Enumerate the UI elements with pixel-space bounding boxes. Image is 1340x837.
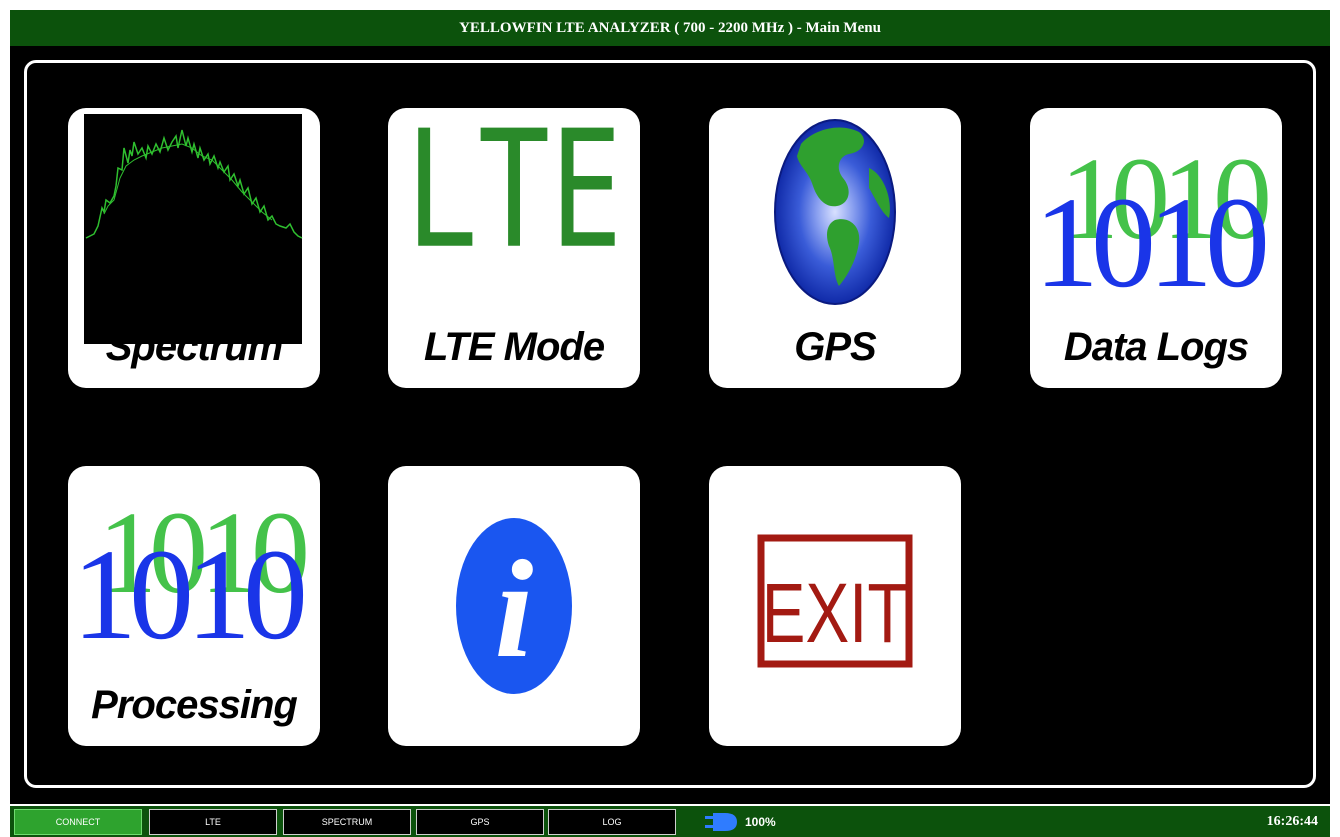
main-menu-area: Spectrum LTE LTE Mode GPS 1010 1010 Data…	[10, 46, 1330, 804]
binary-front-text: 1010	[1034, 171, 1266, 308]
data-logs-button[interactable]: 1010 1010 Data Logs	[1030, 108, 1282, 388]
binary-1010-icon: 1010 1010	[72, 487, 314, 666]
exit-sign-icon: EXIT	[757, 534, 913, 668]
tile-label-data-logs: Data Logs	[1063, 325, 1249, 369]
lte-icon-text: LTE	[406, 108, 623, 284]
globe-icon	[774, 119, 896, 305]
exit-glyph: EXIT	[762, 566, 908, 660]
battery-level: 100%	[745, 815, 776, 829]
spectrum-button[interactable]: Spectrum	[68, 108, 320, 388]
processing-button[interactable]: 1010 1010 Processing	[68, 466, 320, 746]
battery-plug-icon	[705, 813, 737, 831]
window-title-bar: YELLOWFIN LTE ANALYZER ( 700 - 2200 MHz …	[10, 10, 1330, 46]
nav-log-button[interactable]: LOG	[548, 809, 676, 835]
gps-button[interactable]: GPS	[709, 108, 961, 388]
nav-gps-button[interactable]: GPS	[416, 809, 544, 835]
nav-connect-button[interactable]: CONNECT	[14, 809, 142, 835]
tile-label-processing: Processing	[91, 683, 298, 727]
nav-lte-button[interactable]: LTE	[149, 809, 277, 835]
tile-label-gps: GPS	[794, 325, 876, 369]
lte-mode-button[interactable]: LTE LTE Mode	[388, 108, 640, 388]
status-bar: CONNECT LTE SPECTRUM GPS LOG 100% 16:26:…	[10, 806, 1330, 837]
exit-button[interactable]: EXIT	[709, 466, 961, 746]
info-glyph: i	[495, 532, 534, 687]
clock: 16:26:44	[1266, 813, 1318, 829]
info-button[interactable]: i	[388, 466, 640, 746]
lte-text-icon: LTE	[406, 108, 623, 284]
nav-spectrum-button[interactable]: SPECTRUM	[283, 809, 411, 835]
battery-indicator: 100%	[705, 812, 776, 832]
tile-label-spectrum: Spectrum	[105, 325, 284, 369]
info-icon: i	[456, 518, 572, 694]
window-title: YELLOWFIN LTE ANALYZER ( 700 - 2200 MHz …	[459, 19, 881, 36]
binary-front-text: 1010	[72, 523, 304, 666]
tile-label-lte-mode: LTE Mode	[423, 325, 605, 369]
binary-1010-icon: 1010 1010	[1034, 133, 1276, 308]
